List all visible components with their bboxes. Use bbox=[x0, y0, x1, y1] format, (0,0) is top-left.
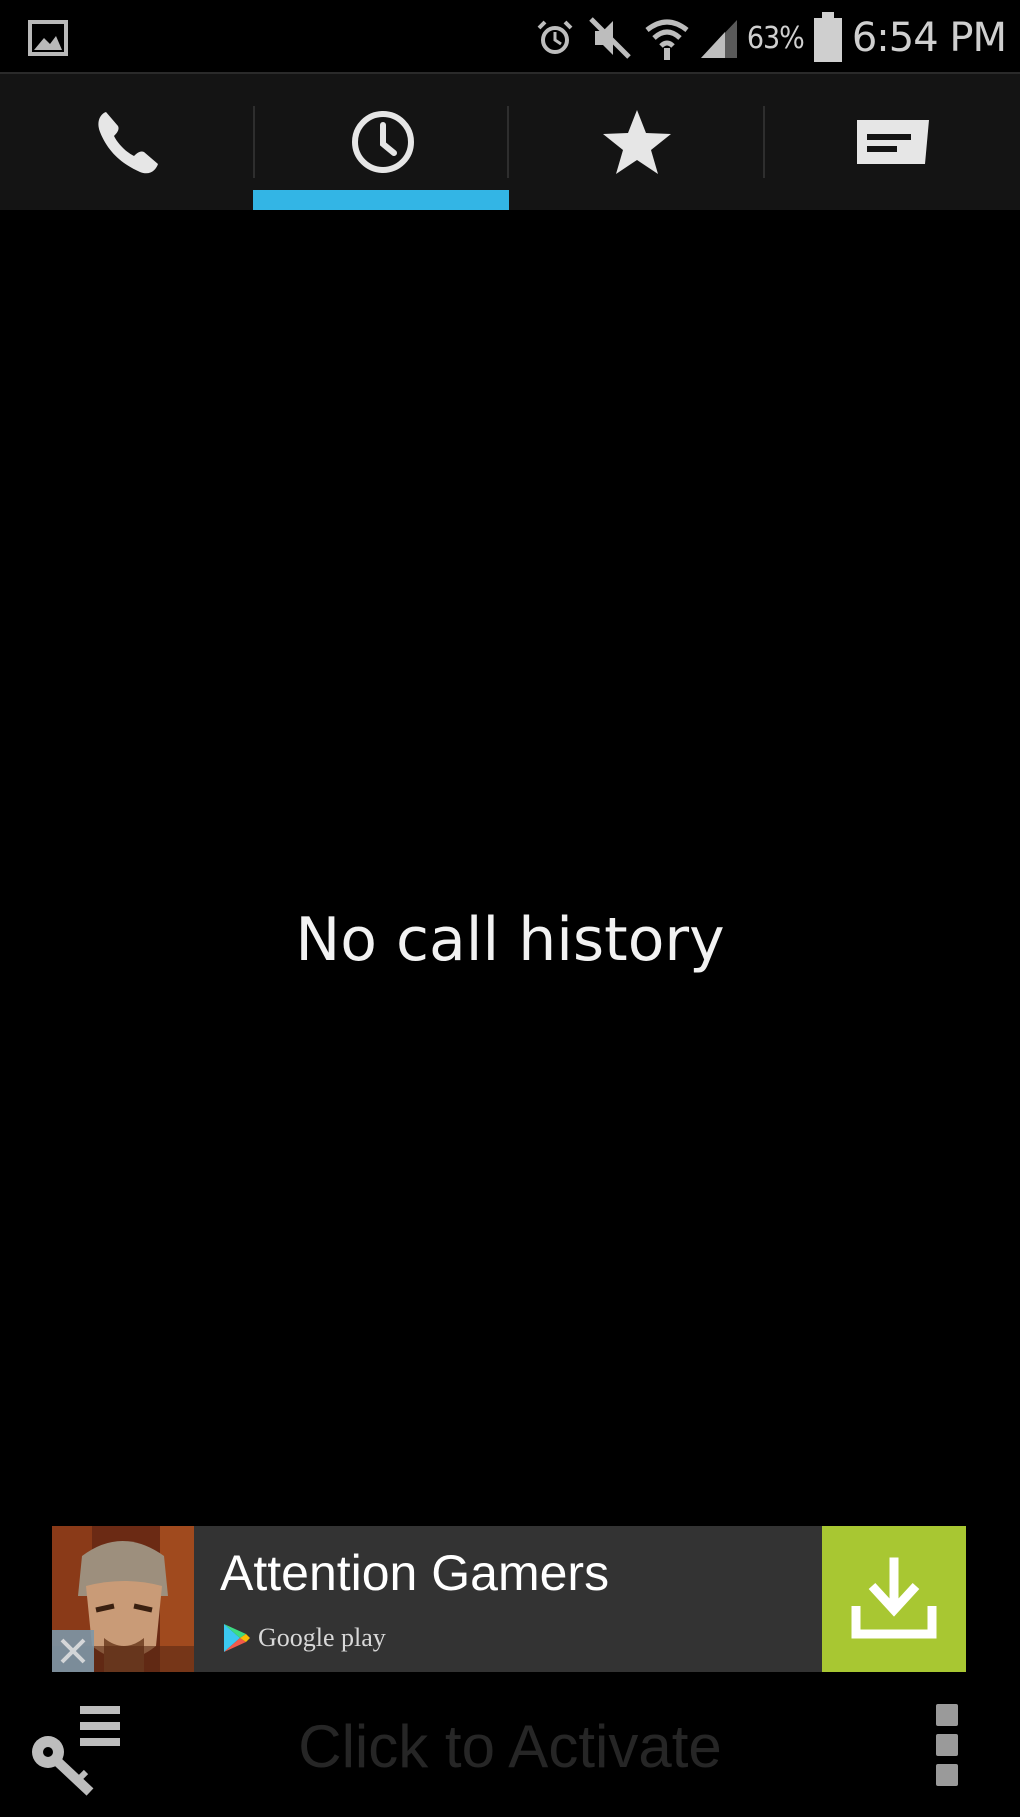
ad-store-label: Google play bbox=[258, 1623, 386, 1652]
star-icon bbox=[602, 110, 671, 174]
ad-store-badge: Google play bbox=[222, 1620, 386, 1656]
battery-icon bbox=[813, 12, 842, 62]
google-play-icon bbox=[224, 1624, 250, 1652]
ad-title[interactable]: Attention Gamers bbox=[220, 1544, 609, 1602]
gallery-icon bbox=[28, 20, 68, 56]
message-icon bbox=[856, 120, 929, 164]
alarm-icon bbox=[537, 20, 573, 54]
download-icon bbox=[851, 1557, 937, 1639]
tab-bar bbox=[0, 72, 1020, 210]
ad-thumbnail[interactable] bbox=[52, 1526, 194, 1672]
status-icons: 63% 6:54 PM bbox=[533, 8, 1007, 68]
adchoices-icon[interactable] bbox=[52, 1630, 94, 1672]
ad-banner[interactable]: Attention Gamers Google play bbox=[52, 1526, 966, 1672]
tab-favorites[interactable] bbox=[509, 74, 764, 210]
bottom-bar: Click to Activate bbox=[0, 1672, 1020, 1817]
clock: 6:54 PM bbox=[851, 15, 1007, 61]
ad-download-button[interactable] bbox=[822, 1526, 966, 1672]
tab-selected-indicator bbox=[253, 190, 509, 210]
signal-icon bbox=[700, 20, 737, 58]
tab-phone[interactable] bbox=[0, 74, 255, 210]
battery-percent: 63% bbox=[746, 20, 805, 56]
empty-state-message: No call history bbox=[295, 905, 725, 975]
tab-messages[interactable] bbox=[765, 74, 1020, 210]
status-bar: 63% 6:54 PM bbox=[0, 0, 1020, 72]
activate-label[interactable]: Click to Activate bbox=[0, 1712, 1020, 1781]
phone-icon bbox=[97, 112, 158, 174]
wifi-icon bbox=[645, 19, 689, 60]
clock-icon bbox=[351, 111, 414, 173]
mute-icon bbox=[589, 17, 631, 59]
overflow-menu-icon[interactable] bbox=[934, 1704, 960, 1804]
